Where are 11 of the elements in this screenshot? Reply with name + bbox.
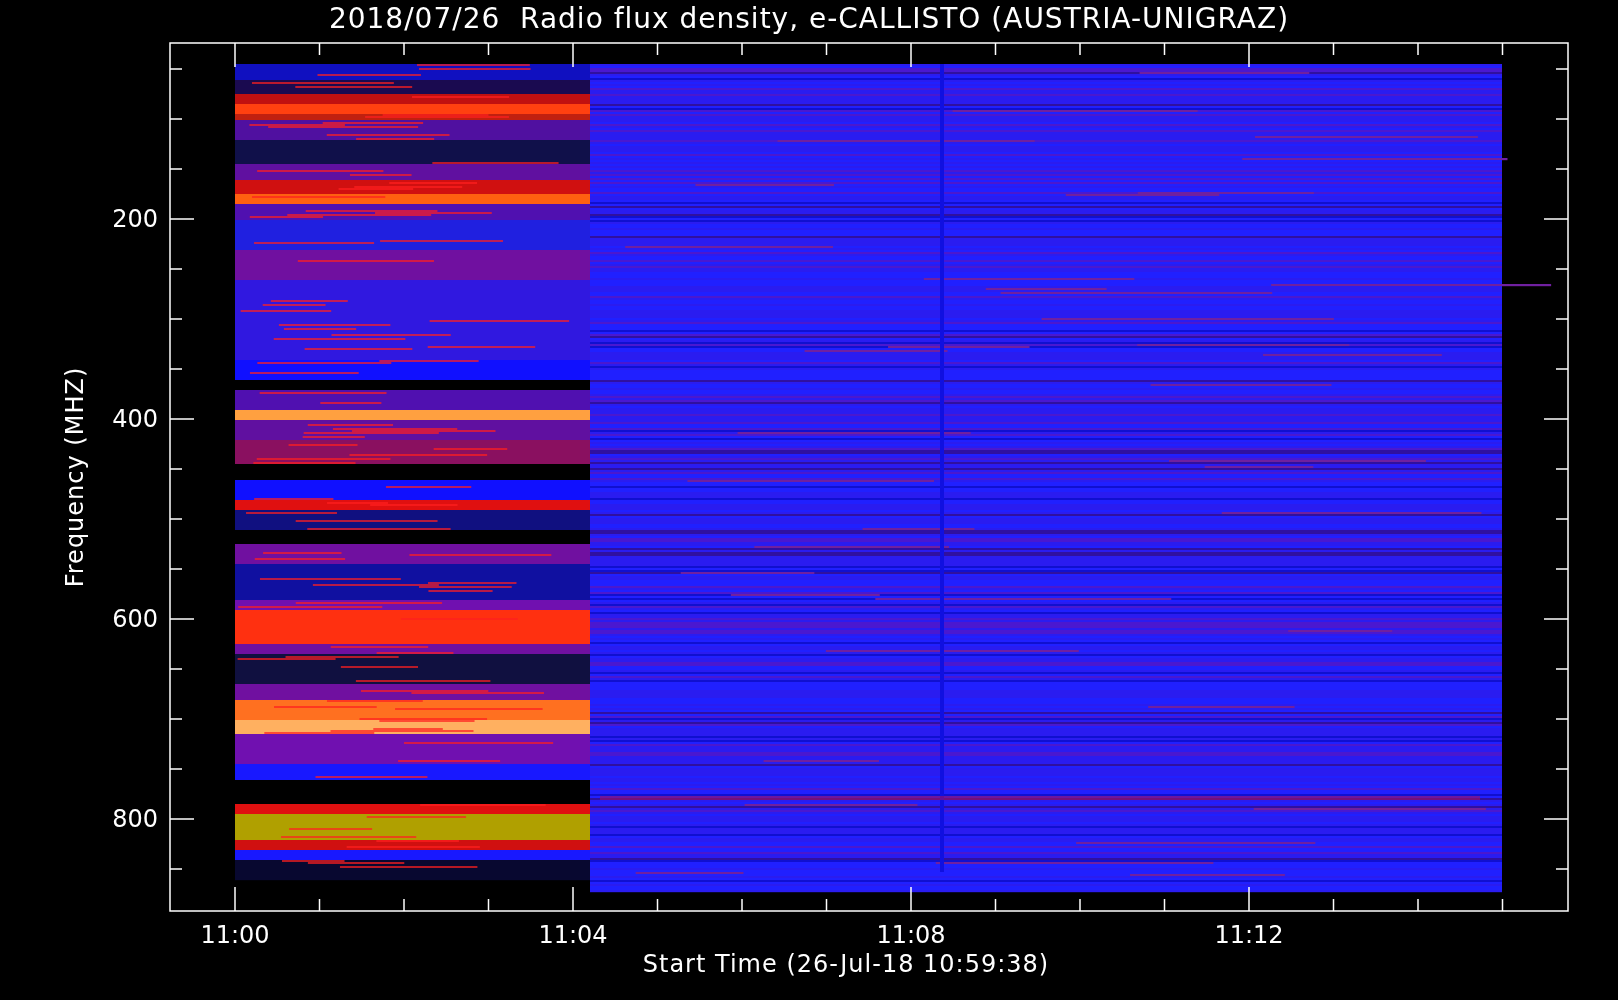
y-axis-label: Frequency (MHZ) [61, 366, 89, 588]
y-tick-label: 200 [111, 205, 158, 233]
chart-title: 2018/07/26 Radio flux density, e-CALLISTO (AUSTRIA-UNIGRAZ) [328, 2, 1290, 36]
x-tick-label: 11:00 [199, 921, 271, 949]
y-tick-label: 400 [111, 405, 158, 433]
x-tick-label: 11:12 [1213, 921, 1285, 949]
y-tick-label: 600 [111, 605, 158, 633]
x-tick-label: 11:08 [875, 921, 947, 949]
x-axis-label: Start Time (26-Jul-18 10:59:38) [642, 950, 1050, 978]
y-tick-label: 800 [111, 805, 158, 833]
x-tick-label: 11:04 [537, 921, 609, 949]
